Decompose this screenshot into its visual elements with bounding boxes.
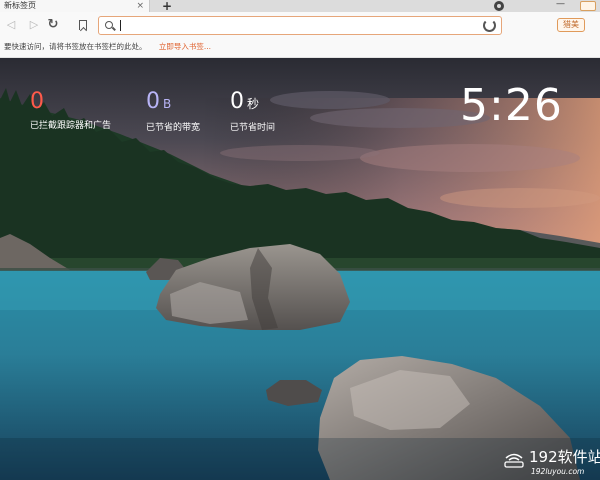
time-saved-count: 0 — [230, 89, 244, 114]
text-caret — [120, 20, 121, 31]
time-saved-unit: 秒 — [247, 97, 260, 111]
window-control-button[interactable] — [580, 1, 596, 11]
bandwidth-saved-stat: 0B 已节省的带宽 — [146, 89, 201, 134]
tab-close-icon[interactable]: × — [136, 0, 144, 12]
reload-icon[interactable]: ↻ — [46, 18, 60, 32]
tab-title: 新标签页 — [4, 1, 36, 10]
menu-button[interactable]: 猎美 — [557, 18, 585, 32]
bandwidth-saved-unit: B — [163, 97, 172, 111]
ads-blocked-count: 0 — [30, 89, 44, 114]
refresh-icon[interactable] — [483, 19, 496, 32]
watermark-subtitle: 192luyou.com — [531, 467, 585, 476]
bandwidth-saved-label: 已节省的带宽 — [146, 123, 201, 133]
forward-icon[interactable]: ▷ — [27, 18, 41, 32]
tab-strip: 新标签页 × + — — [0, 0, 600, 13]
bandwidth-saved-count: 0 — [146, 89, 160, 114]
minimize-button[interactable]: — — [556, 0, 565, 9]
time-saved-label: 已节省时间 — [230, 123, 276, 133]
address-bar[interactable] — [98, 16, 502, 35]
import-bookmarks-link[interactable]: 立即导入书签... — [159, 42, 211, 51]
search-icon — [105, 21, 113, 29]
watermark-title: 192软件站 — [529, 448, 600, 466]
back-icon[interactable]: ◁ — [4, 18, 18, 32]
ads-blocked-stat: 0 已拦截跟踪器和广告 — [30, 89, 112, 132]
settings-icon[interactable] — [494, 1, 504, 11]
router-logo-icon — [504, 453, 524, 468]
bookmark-icon[interactable] — [79, 20, 87, 30]
time-saved-stat: 0秒 已节省时间 — [230, 89, 276, 134]
bookmarks-hint: 要快速访问，请将书签放在书签栏的此处。 — [4, 42, 147, 51]
bookmarks-bar: 要快速访问，请将书签放在书签栏的此处。 立即导入书签... — [0, 38, 600, 58]
toolbar: ◁ ▷ ↻ 猎美 — [0, 12, 600, 38]
clock: 5:26 — [460, 80, 563, 131]
ads-blocked-label: 已拦截跟踪器和广告 — [30, 121, 112, 131]
tab-new-tab[interactable]: 新标签页 × — [0, 0, 150, 12]
address-input[interactable] — [119, 18, 479, 33]
browser-window: 新标签页 × + — ◁ ▷ ↻ 猎美 要快速访问，请将书签放在书签栏的此处。 … — [0, 0, 600, 480]
new-tab-page: 0 已拦截跟踪器和广告 0B 已节省的带宽 0秒 已节省时间 5:26 192软… — [0, 58, 600, 480]
